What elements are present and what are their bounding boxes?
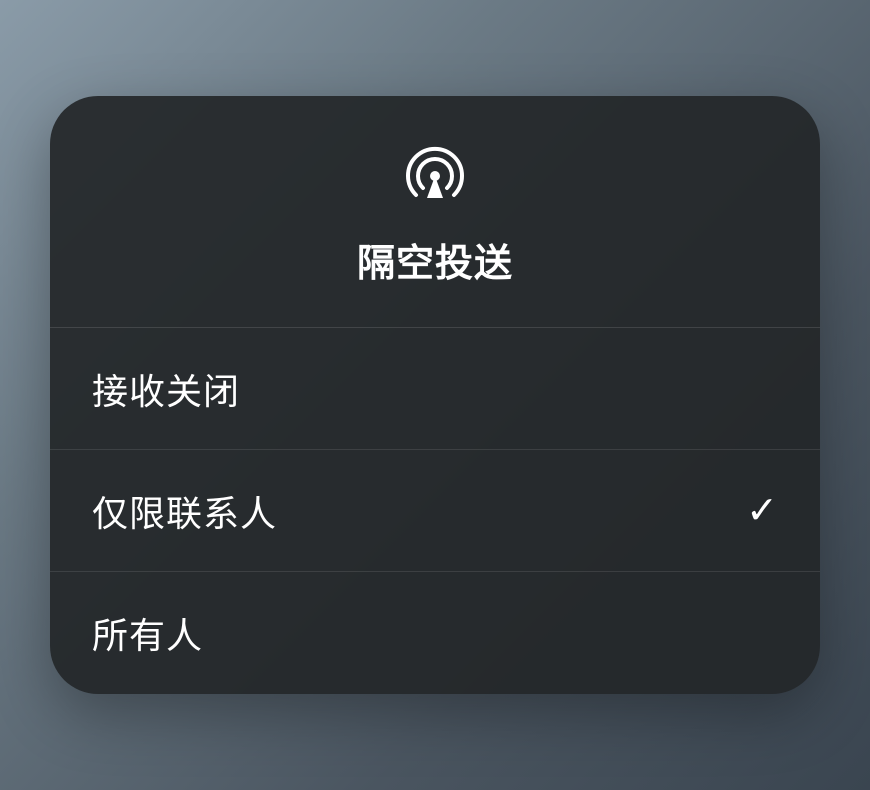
checkmark-icon: ✓: [746, 488, 778, 533]
option-contacts-only[interactable]: 仅限联系人 ✓: [50, 450, 820, 572]
option-receiving-off[interactable]: 接收关闭 ✓: [50, 328, 820, 450]
option-label: 仅限联系人: [92, 485, 277, 537]
airdrop-icon: [403, 144, 467, 208]
option-label: 所有人: [92, 607, 203, 659]
panel-title: 隔空投送: [357, 232, 513, 287]
options-list: 接收关闭 ✓ 仅限联系人 ✓ 所有人 ✓: [50, 328, 820, 694]
option-label: 接收关闭: [92, 363, 240, 415]
panel-header: 隔空投送: [50, 96, 820, 328]
airdrop-panel: 隔空投送 接收关闭 ✓ 仅限联系人 ✓ 所有人 ✓: [50, 96, 820, 694]
option-everyone[interactable]: 所有人 ✓: [50, 572, 820, 694]
